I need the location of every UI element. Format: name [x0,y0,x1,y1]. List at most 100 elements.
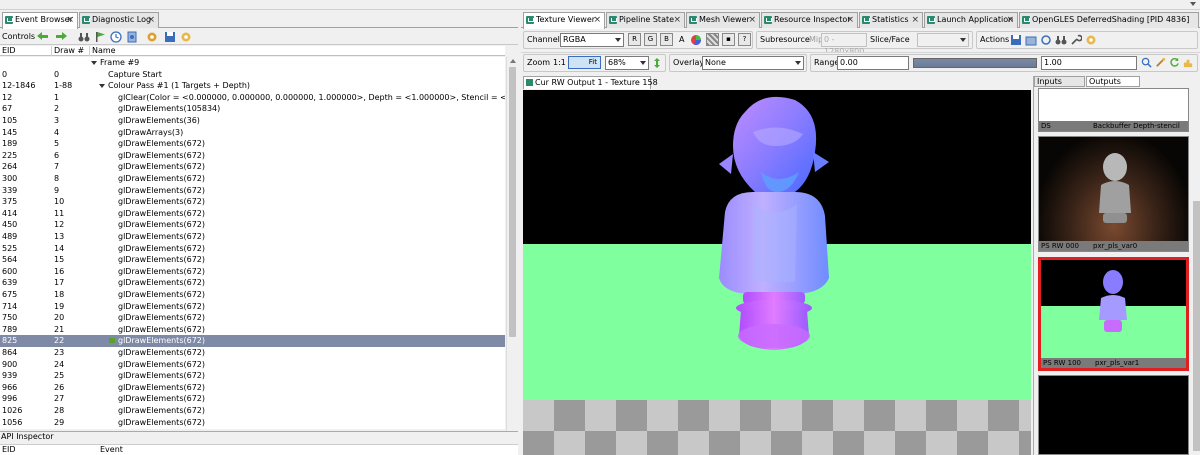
tab-mesh-viewer[interactable]: Mesh Viewer × [686,12,760,28]
tab-outputs[interactable]: Outputs [1086,76,1140,87]
goto-location-icon[interactable] [1040,34,1052,46]
column-header-draw[interactable]: Draw # [52,46,90,56]
column-header-event[interactable]: Event [98,445,123,455]
thumbnail-depth-stencil[interactable]: DS Backbuffer Depth-stencil [1038,88,1189,132]
auto-fit-icon[interactable] [1155,57,1166,68]
expand-arrow-icon[interactable] [99,84,105,89]
table-row[interactable]: 339 9 glDrawElements(672) [0,185,505,197]
zoom-select[interactable]: 68% [605,56,649,70]
table-row[interactable]: 12 1 glClear(Color = <0.000000, 0.000000, … [0,92,505,104]
table-row[interactable]: 525 14 glDrawElements(672) [0,243,505,255]
channel-b-button[interactable]: B [660,33,673,46]
binoculars-icon[interactable] [1055,34,1067,46]
overlay-select[interactable]: None [702,56,804,70]
settings-icon[interactable] [180,31,192,43]
channel-g-button[interactable]: G [644,33,657,46]
table-row[interactable]: 825 22 glDrawElements(672) [0,335,505,347]
table-row[interactable]: 789 21 glDrawElements(672) [0,324,505,336]
table-row[interactable]: 996 27 glDrawElements(672) [0,393,505,405]
close-icon[interactable]: × [66,13,74,27]
table-row[interactable]: 414 11 glDrawElements(672) [0,208,505,220]
table-row[interactable]: 189 5 glDrawElements(672) [0,138,505,150]
wrench-icon[interactable] [1070,34,1082,46]
scrollbar-thumb[interactable] [509,67,516,337]
tab-texture-viewer[interactable]: Texture Viewer × [523,12,605,29]
reset-range-icon[interactable] [1169,57,1180,68]
io-side-scrollbar[interactable] [1191,87,1200,455]
table-row[interactable]: 639 17 glDrawElements(672) [0,277,505,289]
table-row[interactable]: 714 19 glDrawElements(672) [0,301,505,313]
range-max-input[interactable]: 1.00 [1041,56,1137,70]
tab-capture[interactable]: OpenGLES DeferredShading [PID 4836] [1019,12,1199,28]
thumbnail-pls-var1[interactable]: PS RW 100 pxr_pls_var1 [1038,257,1189,371]
table-row[interactable]: 67 2 glDrawElements(105834) [0,103,505,115]
bookmark-icon[interactable] [126,31,138,43]
close-icon[interactable]: × [593,13,601,27]
histogram-icon[interactable] [1183,57,1194,68]
table-row[interactable]: 489 13 glDrawElements(672) [0,231,505,243]
thumbnail-empty[interactable] [1038,375,1189,455]
tab-launch-application[interactable]: Launch Application × [924,12,1018,28]
expand-arrow-icon[interactable] [91,61,97,65]
arrow-right-icon[interactable] [54,32,67,41]
table-row[interactable]: 264 7 glDrawElements(672) [0,161,505,173]
close-icon[interactable]: × [673,13,681,27]
thumbnail-pls-var0[interactable]: PS RW 000 pxr_pls_var0 [1038,136,1189,252]
channels-select[interactable]: RGBA [560,33,624,47]
flip-button[interactable]: ▪ [722,33,735,46]
save-icon[interactable] [1010,34,1022,46]
close-icon[interactable]: × [147,13,155,27]
table-row[interactable]: 300 8 glDrawElements(672) [0,173,505,185]
table-row[interactable]: 750 20 glDrawElements(672) [0,312,505,324]
close-icon[interactable]: × [1006,13,1014,27]
event-list-scrollbar[interactable] [506,57,517,440]
fit-button[interactable]: Fit [568,56,601,69]
clock-icon[interactable] [110,31,122,43]
table-row[interactable]: 450 12 glDrawElements(672) [0,219,505,231]
column-header-eid[interactable]: EID [0,46,52,56]
alpha-label[interactable]: A [679,34,684,46]
table-row[interactable]: 105 3 glDrawElements(36) [0,115,505,127]
help-button[interactable]: ? [738,33,751,46]
table-row[interactable]: 145 4 glDrawArrays(3) [0,127,505,139]
table-row[interactable]: 900 24 glDrawElements(672) [0,359,505,371]
tab-event-browser[interactable]: Event Browser × [2,12,78,29]
table-row[interactable]: 375 10 glDrawElements(672) [0,196,505,208]
table-row[interactable]: 564 15 glDrawElements(672) [0,254,505,266]
flag-icon[interactable] [94,31,106,43]
table-row[interactable]: 225 6 glDrawElements(672) [0,150,505,162]
zoom-range-icon[interactable] [1141,57,1152,68]
table-row[interactable]: 12-1846 1-88 Colour Pass #1 (1 Targets + D… [0,80,505,92]
channel-r-button[interactable]: R [628,33,641,46]
close-icon[interactable]: × [748,13,756,27]
close-icon[interactable]: × [911,13,919,27]
table-row[interactable]: 939 25 glDrawElements(672) [0,370,505,382]
range-histogram[interactable] [913,58,1037,68]
column-header-eid[interactable]: EID [0,445,16,455]
settings-icon[interactable] [1085,34,1097,46]
tab-statistics[interactable]: Statistics × [859,12,923,28]
tab-diagnostic-log[interactable]: Diagnostic Log × [79,12,159,28]
table-row[interactable]: 675 18 glDrawElements(672) [0,289,505,301]
table-row[interactable]: 0 0 Capture Start [0,69,505,81]
color-wheel-icon[interactable] [690,34,702,46]
tab-pipeline-state[interactable]: Pipeline State × [606,12,685,28]
tab-inputs[interactable]: Inputs [1034,76,1085,87]
slice-select[interactable] [917,33,969,47]
table-row[interactable]: 864 23 glDrawElements(672) [0,347,505,359]
table-row[interactable]: 1056 29 glDrawElements(672) [0,417,505,429]
scrollbar-thumb[interactable] [1193,201,1200,451]
table-row[interactable]: 966 26 glDrawElements(672) [0,382,505,394]
chevron-down-icon[interactable] [1190,2,1196,6]
tab-resource-inspector[interactable]: Resource Inspector × [761,12,858,28]
open-texture-icon[interactable] [1025,34,1037,46]
save-icon[interactable] [164,31,176,43]
texture-viewport[interactable] [523,90,1031,455]
arrow-left-icon[interactable] [37,32,50,41]
gear-icon[interactable] [146,31,158,43]
close-icon[interactable]: × [846,13,854,27]
range-min-input[interactable]: 0.00 [837,56,909,70]
table-row[interactable]: 600 16 glDrawElements(672) [0,266,505,278]
table-row[interactable]: Frame #9 [0,57,505,69]
scroll-up-icon[interactable] [510,59,516,63]
